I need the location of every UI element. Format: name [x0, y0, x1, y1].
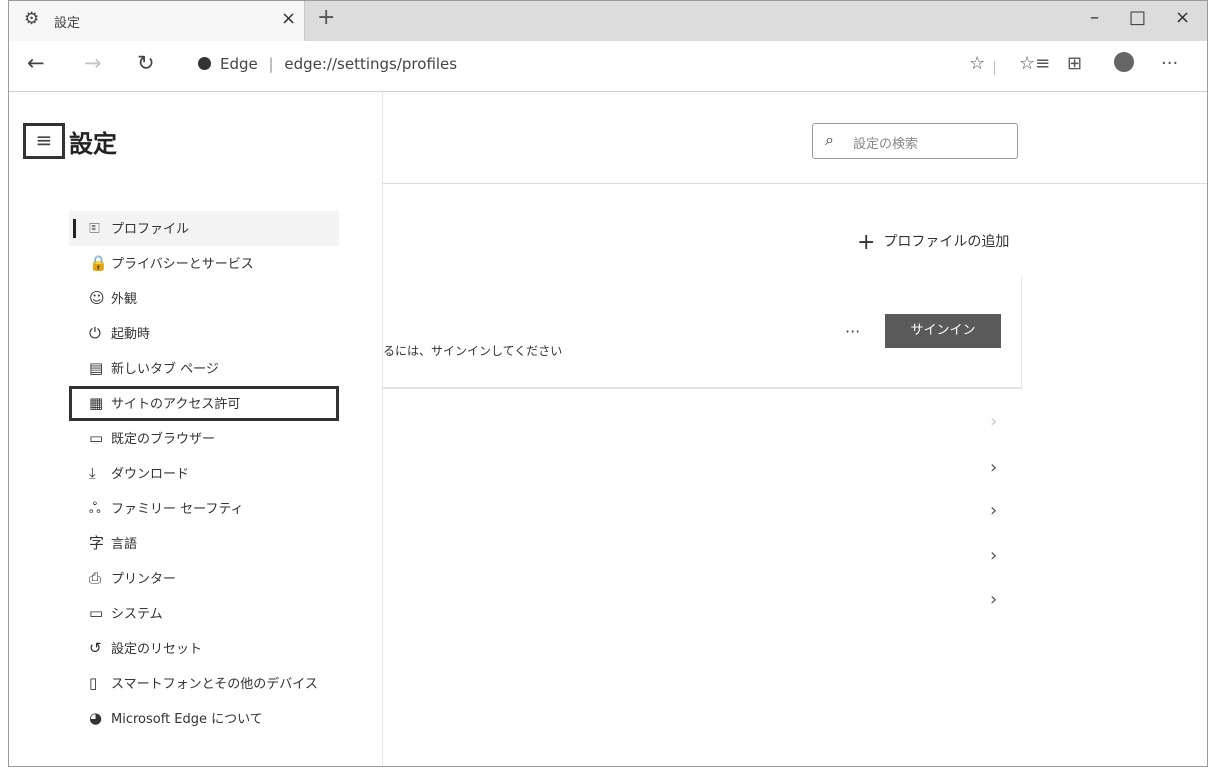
- sidebar-item[interactable]: ▯ スマートフォンとその他のデバイス: [69, 666, 339, 701]
- add-profile-label: プロファイルの追加: [883, 234, 1010, 250]
- add-profile-button[interactable]: + プロファイルの追加: [857, 230, 1009, 255]
- sidebar-item[interactable]: ▦ サイトのアクセス許可: [69, 386, 339, 421]
- tab-title: 設定: [54, 16, 81, 31]
- close-window-button[interactable]: ×: [1175, 7, 1190, 28]
- profile-avatar[interactable]: [1114, 52, 1134, 72]
- plus-icon: +: [857, 230, 876, 255]
- search-input[interactable]: ⌕ 設定の検索: [812, 123, 1018, 159]
- address-bar-row: ← → ↻ Edge | edge://settings/profiles ☆ …: [9, 41, 1207, 92]
- favorites-icon[interactable]: ☆≡: [1019, 53, 1050, 74]
- family-icon: ஃ: [89, 499, 101, 517]
- sidebar-item-label: ファミリー セーフティ: [111, 502, 244, 517]
- sidebar-item-label: プロファイル: [111, 222, 190, 237]
- palette-icon: ☺: [89, 289, 105, 307]
- search-placeholder: 設定の検索: [853, 137, 919, 152]
- download-icon: ⤓: [89, 464, 96, 482]
- browser-window: ⚙ 設定 × + – □ × ← → ↻ Edge | edge://setti…: [8, 0, 1208, 767]
- chevron-right-icon[interactable]: ›: [990, 545, 997, 566]
- url-separator: |: [268, 55, 274, 73]
- star-icon[interactable]: ☆: [969, 53, 985, 74]
- chevron-right-icon[interactable]: ›: [990, 457, 997, 478]
- sidebar-item[interactable]: 🗉 プロファイル: [69, 211, 339, 246]
- edge-icon: ◕: [89, 709, 103, 727]
- signin-button[interactable]: サインイン: [885, 314, 1001, 348]
- header-divider: [383, 183, 1207, 184]
- collections-icon[interactable]: ⊞: [1067, 53, 1082, 74]
- hamburger-menu-icon[interactable]: ≡: [23, 123, 65, 159]
- sidebar-item-label: プリンター: [111, 572, 177, 587]
- tab-settings[interactable]: ⚙ 設定 ×: [9, 1, 305, 41]
- sidebar-item[interactable]: ▭ システム: [69, 596, 339, 631]
- gear-icon: ⚙: [24, 9, 40, 29]
- toolbar-separator: [994, 61, 995, 75]
- phone-icon: ▯: [89, 674, 98, 692]
- maximize-button[interactable]: □: [1129, 7, 1146, 28]
- minimize-button[interactable]: –: [1090, 7, 1099, 28]
- edge-site-icon: [198, 57, 211, 70]
- sidebar-item-label: システム: [111, 607, 163, 622]
- language-icon: 字: [89, 534, 105, 552]
- address-field[interactable]: Edge | edge://settings/profiles: [220, 55, 457, 73]
- newtab-icon: ▤: [89, 359, 104, 377]
- sidebar-item-label: スマートフォンとその他のデバイス: [111, 677, 318, 692]
- url-text: edge://settings/profiles: [284, 55, 458, 73]
- sidebar-item[interactable]: ◕ Microsoft Edge について: [69, 701, 339, 736]
- sidebar-item[interactable]: ▭ 既定のブラウザー: [69, 421, 339, 456]
- site-permissions-icon: ▦: [89, 394, 104, 412]
- chevron-right-icon[interactable]: ›: [990, 411, 997, 432]
- sidebar-item[interactable]: 字言語: [69, 526, 339, 561]
- close-tab-icon[interactable]: ×: [281, 8, 296, 29]
- sidebar-item-label: サイトのアクセス許可: [111, 397, 241, 412]
- search-icon: ⌕: [825, 130, 834, 149]
- chevron-right-icon[interactable]: ›: [990, 500, 997, 521]
- sidebar-divider: [382, 91, 383, 766]
- sidebar-item-label: 起動時: [111, 327, 151, 342]
- back-button[interactable]: ←: [27, 51, 45, 75]
- signin-message: るには、サインインしてください: [383, 344, 563, 358]
- sidebar-item[interactable]: 🔒 プライバシーとサービス: [69, 246, 339, 281]
- sidebar-item-label: 外観: [111, 292, 138, 307]
- sidebar-item-label: ダウンロード: [111, 467, 190, 482]
- site-label: Edge: [220, 55, 258, 73]
- sidebar-item-label: プライバシーとサービス: [111, 257, 254, 272]
- browser-icon: ▭: [89, 429, 104, 447]
- page-title: 設定: [69, 130, 117, 158]
- sidebar-item-label: 設定のリセット: [111, 642, 203, 657]
- sidebar-item[interactable]: ⏻ 起動時: [69, 316, 339, 351]
- profile-icon: 🗉: [89, 219, 100, 237]
- profile-card: るには、サインインしてください ··· サインイン: [383, 277, 1022, 389]
- chevron-right-icon[interactable]: ›: [990, 589, 997, 610]
- sidebar-item-label: 新しいタブ ページ: [111, 362, 219, 377]
- system-icon: ▭: [89, 604, 104, 622]
- sidebar-item[interactable]: ⎙ プリンター: [69, 561, 339, 596]
- sidebar-item[interactable]: ஃ ファミリー セーフティ: [69, 491, 339, 526]
- sidebar-item[interactable]: ⤓ ダウンロード: [69, 456, 339, 491]
- refresh-button[interactable]: ↻: [137, 51, 155, 75]
- lock-icon: 🔒: [89, 254, 108, 272]
- forward-button[interactable]: →: [84, 51, 102, 75]
- power-icon: ⏻: [89, 324, 101, 342]
- new-tab-button[interactable]: +: [317, 5, 335, 30]
- sidebar-item-label: 言語: [111, 537, 138, 552]
- reset-icon: ↺: [89, 639, 102, 657]
- settings-nav: 🗉 プロファイル 🔒 プライバシーとサービス ☺ 外観 ⏻ 起動時 ▤ 新しいタブ ページ ▦ サイト…: [69, 211, 339, 736]
- sidebar-item[interactable]: ▤ 新しいタブ ページ: [69, 351, 339, 386]
- sidebar-item-label: 既定のブラウザー: [111, 432, 216, 447]
- profile-more-button[interactable]: ···: [845, 322, 860, 341]
- sidebar-item[interactable]: ↺ 設定のリセット: [69, 631, 339, 666]
- printer-icon: ⎙: [89, 569, 102, 587]
- title-bar: ⚙ 設定 × + – □ ×: [9, 1, 1207, 41]
- sidebar-item[interactable]: ☺ 外観: [69, 281, 339, 316]
- more-icon[interactable]: ···: [1161, 53, 1178, 74]
- sidebar-item-label: Microsoft Edge について: [111, 712, 263, 727]
